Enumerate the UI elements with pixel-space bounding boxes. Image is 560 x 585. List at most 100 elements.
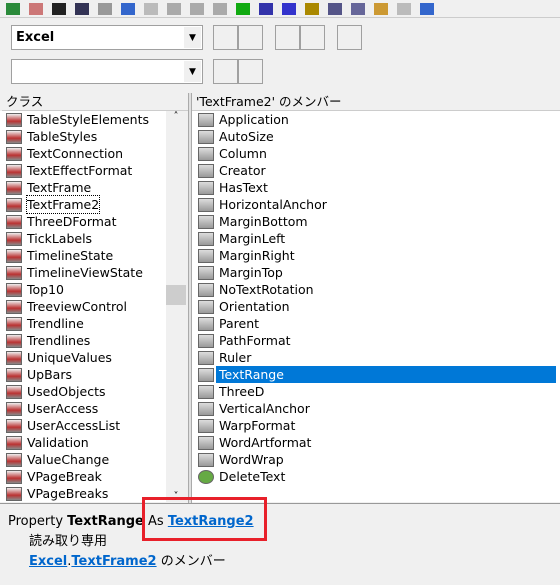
class-icon <box>6 435 22 450</box>
class-item[interactable]: UniqueValues <box>0 349 166 366</box>
view-definition-button[interactable] <box>300 25 325 50</box>
undo-icon[interactable] <box>190 2 204 15</box>
class-icon <box>6 486 22 501</box>
object-browser-icon[interactable] <box>374 2 388 15</box>
member-item[interactable]: WordWrap <box>192 451 560 468</box>
class-item[interactable]: Top10 <box>0 281 166 298</box>
class-label: TickLabels <box>27 231 93 246</box>
member-item[interactable]: Orientation <box>192 298 560 315</box>
class-item[interactable]: ThreeDFormat <box>0 213 166 230</box>
class-item[interactable]: Trendline <box>0 315 166 332</box>
class-item[interactable]: TextFrame <box>0 179 166 196</box>
find-icon[interactable] <box>167 2 181 15</box>
class-icon <box>6 163 22 178</box>
insert-module-icon[interactable] <box>29 2 43 15</box>
member-item[interactable]: Application <box>192 111 560 128</box>
class-item[interactable]: UsedObjects <box>0 383 166 400</box>
class-item[interactable]: TextConnection <box>0 145 166 162</box>
member-item[interactable]: HorizontalAnchor <box>192 196 560 213</box>
class-label: TextFrame <box>27 180 92 195</box>
pause-icon[interactable] <box>259 2 273 15</box>
class-item[interactable]: TickLabels <box>0 230 166 247</box>
class-item[interactable]: UserAccessList <box>0 417 166 434</box>
chevron-down-icon[interactable]: ▼ <box>184 27 201 48</box>
member-item[interactable]: Creator <box>192 162 560 179</box>
run-icon[interactable] <box>236 2 250 15</box>
class-item[interactable]: TableStyles <box>0 128 166 145</box>
paste-icon[interactable] <box>144 2 158 15</box>
chevron-down-icon[interactable]: ▼ <box>184 61 201 82</box>
project-explorer-icon[interactable] <box>328 2 342 15</box>
forward-button[interactable] <box>238 25 263 50</box>
design-mode-icon[interactable] <box>305 2 319 15</box>
member-item[interactable]: WordArtformat <box>192 434 560 451</box>
member-label: Creator <box>219 163 266 178</box>
member-item[interactable]: VerticalAnchor <box>192 400 560 417</box>
scrollbar-thumb[interactable] <box>166 285 186 305</box>
class-label: Top10 <box>27 282 64 297</box>
classes-list[interactable]: TableStyleElements TableStyles TextConnect… <box>0 111 166 502</box>
class-label: ValueChange <box>27 452 110 467</box>
member-item[interactable]: NoTextRotation <box>192 281 560 298</box>
class-item[interactable]: Validation <box>0 434 166 451</box>
class-icon <box>6 231 22 246</box>
property-icon <box>198 248 214 263</box>
class-icon <box>6 401 22 416</box>
members-list[interactable]: Application AutoSize Column Creator HasText H… <box>192 111 560 502</box>
class-item[interactable]: ValueChange <box>0 451 166 468</box>
class-item[interactable]: VPageBreak <box>0 468 166 485</box>
class-item[interactable]: Trendlines <box>0 332 166 349</box>
class-item[interactable]: UserAccess <box>0 400 166 417</box>
toolbox-icon[interactable] <box>397 2 411 15</box>
scroll-up-icon[interactable]: ˄ <box>166 111 186 122</box>
back-button[interactable] <box>213 25 238 50</box>
stop-icon[interactable] <box>282 2 296 15</box>
member-label: Column <box>219 146 267 161</box>
save-icon[interactable] <box>75 2 89 15</box>
class-item[interactable]: TableStyleElements <box>0 111 166 128</box>
search-combo[interactable]: ▼ <box>11 59 203 84</box>
property-icon <box>198 265 214 280</box>
toggle-results-button[interactable] <box>238 59 263 84</box>
copy-icon[interactable] <box>121 2 135 15</box>
member-label: Ruler <box>219 350 252 365</box>
copy-to-clipboard-button[interactable] <box>275 25 300 50</box>
member-item[interactable]: MarginLeft <box>192 230 560 247</box>
member-item[interactable]: MarginBottom <box>192 213 560 230</box>
member-label: WordWrap <box>219 452 284 467</box>
member-item[interactable]: PathFormat <box>192 332 560 349</box>
classes-scrollbar[interactable]: ˄ ˅ <box>166 111 186 502</box>
excel-icon[interactable] <box>6 2 20 15</box>
member-item[interactable]: Parent <box>192 315 560 332</box>
class-label: UserAccessList <box>27 418 121 433</box>
member-item[interactable]: Column <box>192 145 560 162</box>
member-item[interactable]: AutoSize <box>192 128 560 145</box>
member-item[interactable]: MarginTop <box>192 264 560 281</box>
class-item[interactable]: TimelineViewState <box>0 264 166 281</box>
class-item[interactable]: TimelineState <box>0 247 166 264</box>
member-label: Application <box>219 112 289 127</box>
class-item[interactable]: UpBars <box>0 366 166 383</box>
search-button[interactable] <box>213 59 238 84</box>
class-item[interactable]: TreeviewControl <box>0 298 166 315</box>
cut-icon[interactable] <box>98 2 112 15</box>
member-item[interactable]: TextRange <box>192 366 560 383</box>
class-link[interactable]: TextFrame2 <box>71 554 156 569</box>
member-item[interactable]: DeleteText <box>192 468 560 485</box>
class-item[interactable]: TextFrame2 <box>0 195 166 214</box>
library-combo[interactable]: Excel ▼ <box>11 25 203 50</box>
redo-icon[interactable] <box>213 2 227 15</box>
member-item[interactable]: HasText <box>192 179 560 196</box>
class-item[interactable]: TextEffectFormat <box>0 162 166 179</box>
help-icon[interactable] <box>420 2 434 15</box>
help-button[interactable] <box>337 25 362 50</box>
member-label: MarginTop <box>219 265 283 280</box>
member-item[interactable]: MarginRight <box>192 247 560 264</box>
dropdown-icon[interactable] <box>52 2 66 15</box>
member-item[interactable]: ThreeD <box>192 383 560 400</box>
library-link[interactable]: Excel <box>29 554 67 569</box>
class-label: VPageBreak <box>27 469 102 484</box>
member-item[interactable]: Ruler <box>192 349 560 366</box>
properties-icon[interactable] <box>351 2 365 15</box>
member-item[interactable]: WarpFormat <box>192 417 560 434</box>
